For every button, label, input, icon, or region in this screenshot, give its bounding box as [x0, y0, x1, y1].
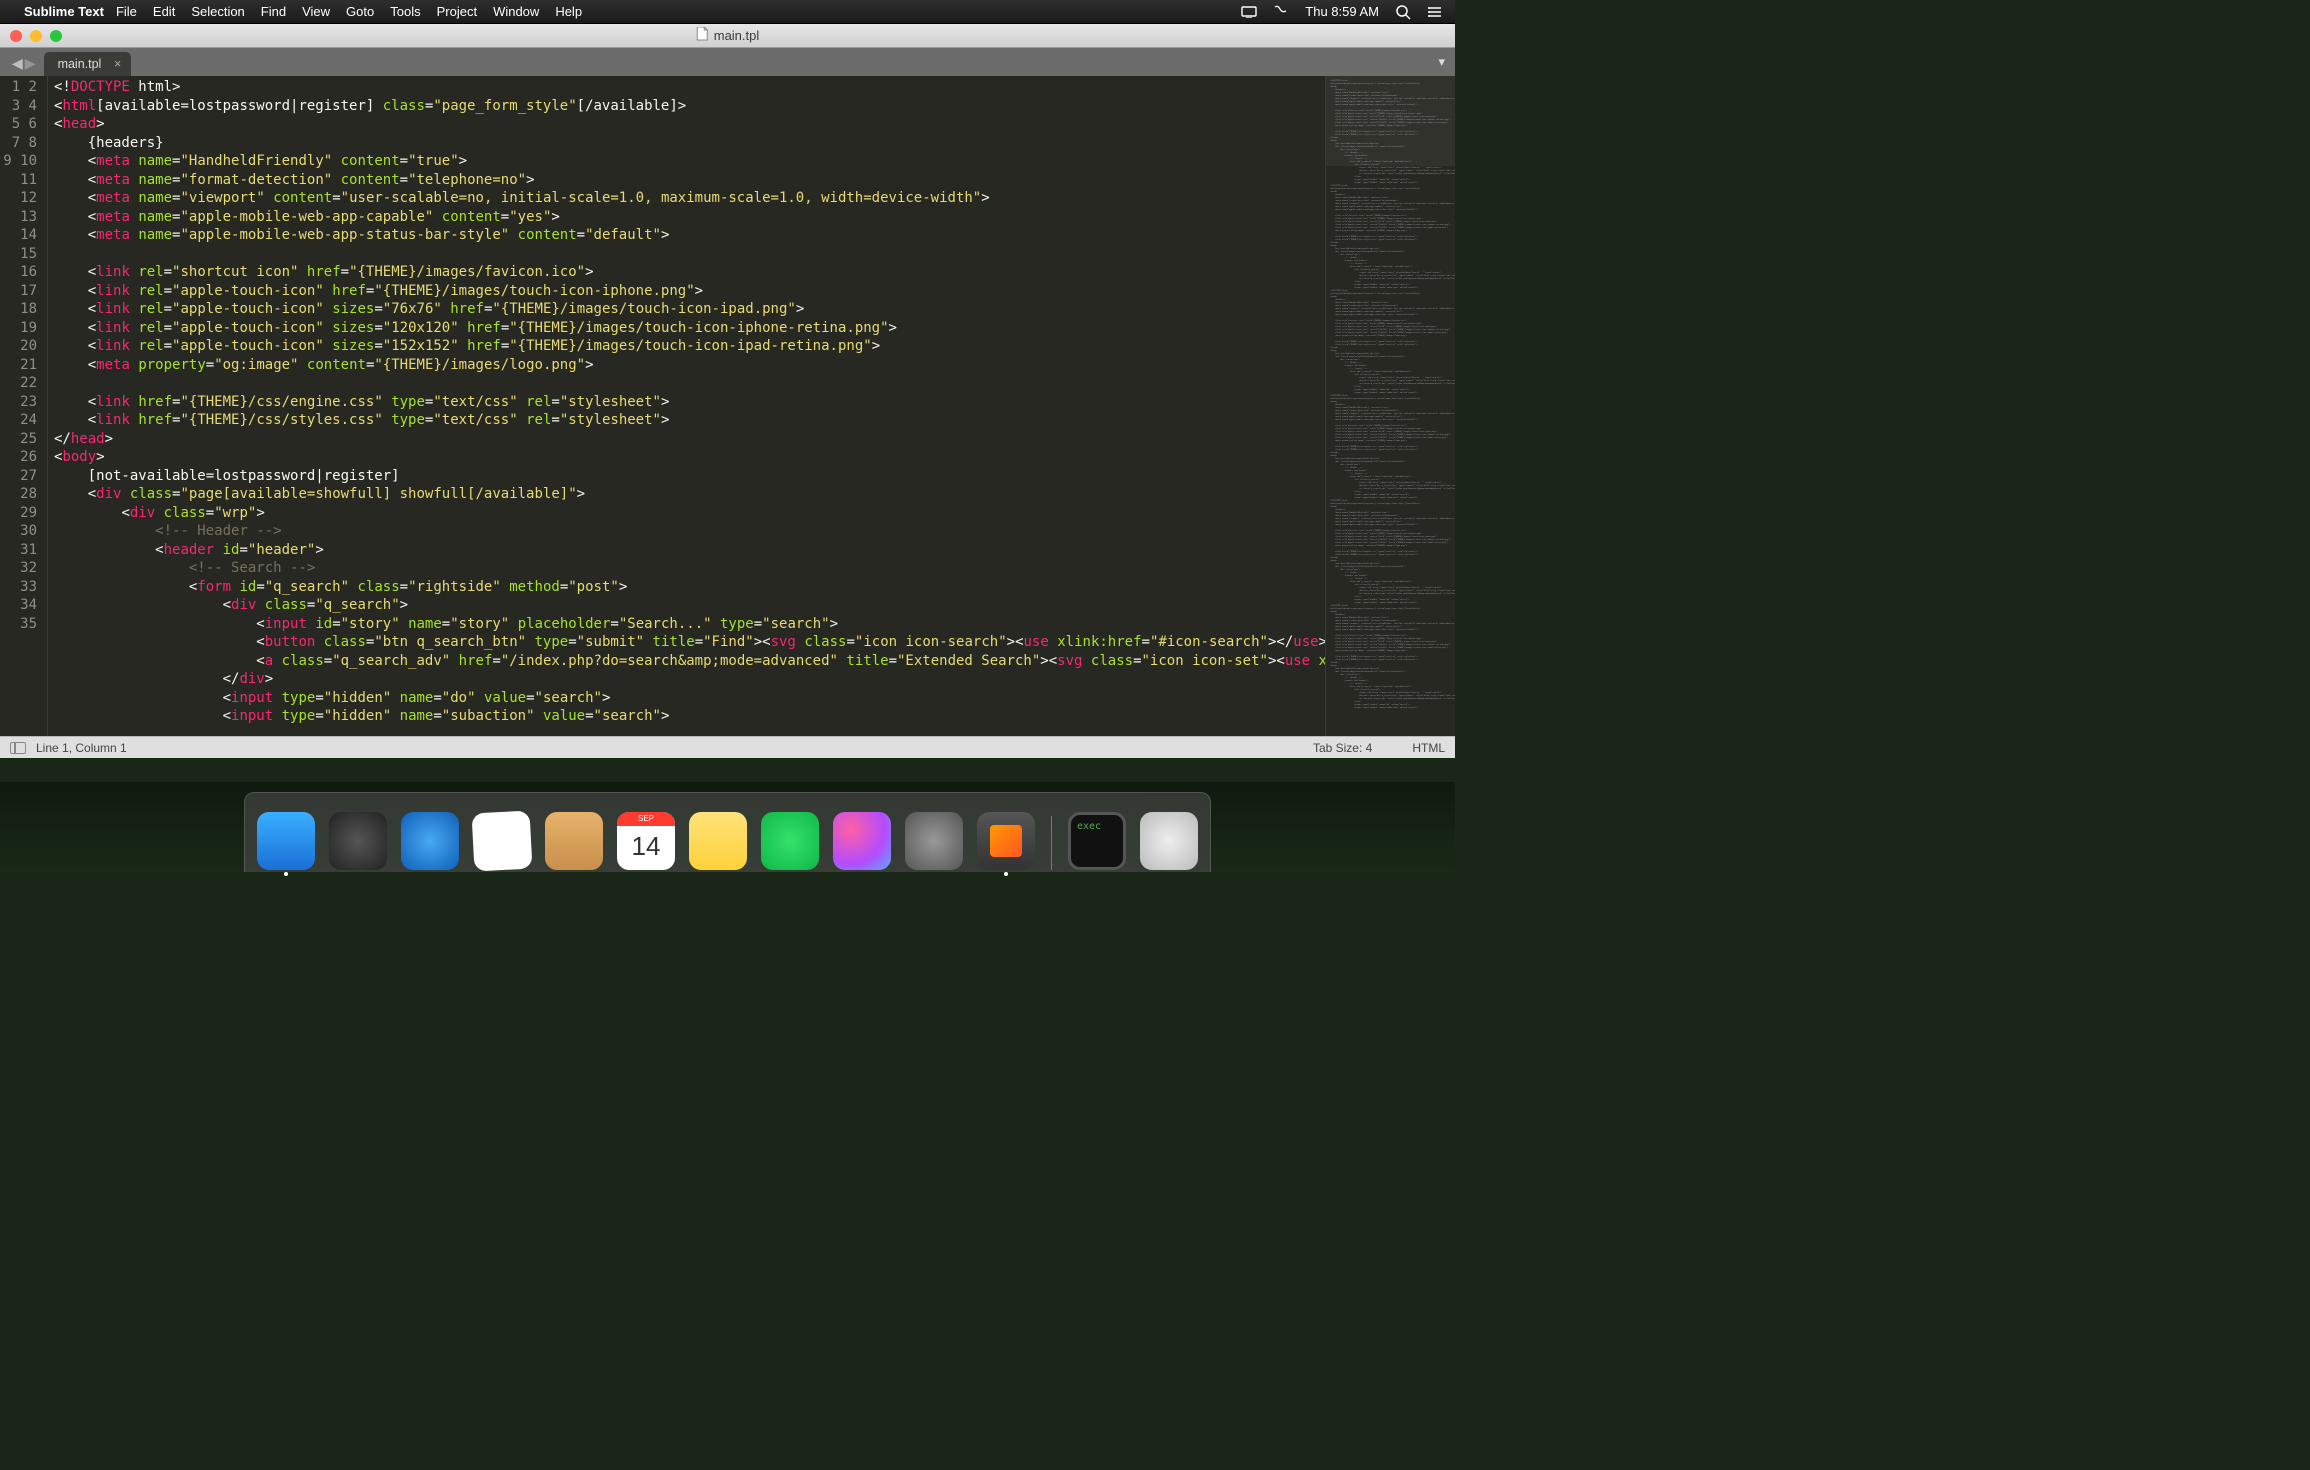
dock-mail[interactable] — [472, 811, 533, 872]
tab-main-tpl[interactable]: main.tpl × — [44, 52, 132, 76]
line-number-gutter: 1 2 3 4 5 6 7 8 9 10 11 12 13 14 15 16 1… — [0, 76, 48, 736]
window-title: main.tpl — [714, 28, 760, 43]
syntax-indicator[interactable]: HTML — [1412, 741, 1445, 755]
nav-forward-icon[interactable]: ▶ — [25, 55, 36, 72]
dock-system-preferences[interactable] — [905, 812, 963, 870]
tabs-dropdown-icon[interactable]: ▾ — [1438, 54, 1445, 70]
menu-help[interactable]: Help — [555, 4, 582, 19]
dock-finder[interactable] — [257, 812, 315, 870]
menu-edit[interactable]: Edit — [153, 4, 175, 19]
traffic-lights — [0, 30, 62, 42]
minimize-window-button[interactable] — [30, 30, 42, 42]
dock-sublime-text[interactable] — [977, 812, 1035, 870]
spotlight-icon[interactable] — [1395, 4, 1411, 20]
dock-separator — [1051, 816, 1052, 870]
tab-bar: ◀ ▶ main.tpl × ▾ — [0, 48, 1455, 76]
dock-trash[interactable] — [1140, 812, 1198, 870]
code-area[interactable]: <!DOCTYPE html> <html[available=lostpass… — [48, 76, 1325, 736]
tab-size-indicator[interactable]: Tab Size: 4 — [1313, 741, 1372, 755]
dock-safari[interactable] — [401, 812, 459, 870]
fullscreen-window-button[interactable] — [50, 30, 62, 42]
nav-back-icon[interactable]: ◀ — [12, 55, 23, 72]
window-titlebar: main.tpl — [0, 24, 1455, 48]
cursor-position[interactable]: Line 1, Column 1 — [36, 741, 127, 755]
menu-find[interactable]: Find — [261, 4, 286, 19]
menu-selection[interactable]: Selection — [191, 4, 244, 19]
tab-label: main.tpl — [58, 57, 102, 71]
notification-center-icon[interactable] — [1427, 4, 1443, 20]
dock-contacts[interactable] — [545, 812, 603, 870]
menu-goto[interactable]: Goto — [346, 4, 374, 19]
screenshare-icon[interactable] — [1241, 4, 1257, 20]
dock-calendar[interactable]: SEP 14 — [617, 812, 675, 870]
status-bar: Line 1, Column 1 Tab Size: 4 HTML — [0, 736, 1455, 758]
menubar-app-name[interactable]: Sublime Text — [24, 4, 104, 19]
menubar-clock[interactable]: Thu 8:59 AM — [1305, 4, 1379, 19]
dock-terminal[interactable]: exec — [1068, 812, 1126, 870]
dock-notes[interactable] — [689, 812, 747, 870]
sidebar-toggle-icon[interactable] — [10, 742, 26, 754]
dock-itunes[interactable] — [833, 812, 891, 870]
menu-project[interactable]: Project — [437, 4, 477, 19]
menu-view[interactable]: View — [302, 4, 330, 19]
editor: 1 2 3 4 5 6 7 8 9 10 11 12 13 14 15 16 1… — [0, 76, 1455, 736]
dock-launchpad[interactable] — [329, 812, 387, 870]
document-icon — [696, 27, 708, 44]
script-icon[interactable] — [1273, 4, 1289, 20]
tab-close-icon[interactable]: × — [114, 57, 121, 71]
dock-messages[interactable] — [761, 812, 819, 870]
menu-tools[interactable]: Tools — [390, 4, 420, 19]
dock: SEP 14 exec — [0, 792, 1455, 872]
menu-window[interactable]: Window — [493, 4, 539, 19]
calendar-month: SEP — [617, 812, 675, 826]
macos-menubar: Sublime Text File Edit Selection Find Vi… — [0, 0, 1455, 24]
menu-file[interactable]: File — [116, 4, 137, 19]
minimap[interactable]: <!DOCTYPE html> <html[available=lostpass… — [1325, 76, 1455, 736]
calendar-day: 14 — [617, 826, 675, 866]
close-window-button[interactable] — [10, 30, 22, 42]
